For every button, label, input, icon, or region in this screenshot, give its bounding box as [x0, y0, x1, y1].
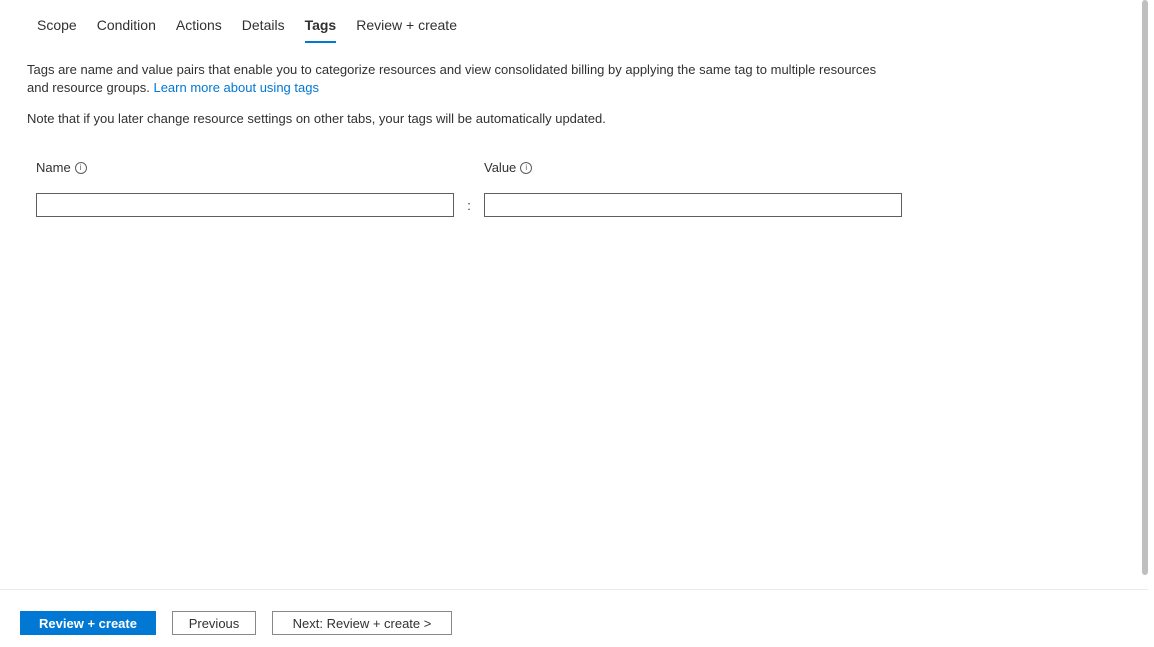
- tags-form: Name i Value i :: [0, 126, 1148, 217]
- tab-scope[interactable]: Scope: [27, 13, 87, 43]
- review-create-button[interactable]: Review + create: [20, 611, 156, 635]
- previous-button[interactable]: Previous: [172, 611, 256, 635]
- name-label: Name: [36, 160, 71, 175]
- colon-separator: :: [454, 198, 484, 213]
- name-column-header: Name i: [36, 160, 484, 175]
- tab-actions[interactable]: Actions: [166, 13, 232, 43]
- tab-bar: Scope Condition Actions Details Tags Rev…: [0, 0, 1148, 43]
- scrollbar[interactable]: [1142, 0, 1148, 575]
- tab-review-create[interactable]: Review + create: [346, 13, 467, 43]
- tab-condition[interactable]: Condition: [87, 13, 166, 43]
- value-column-header: Value i: [484, 160, 532, 175]
- tab-details[interactable]: Details: [232, 13, 295, 43]
- tags-description: Tags are name and value pairs that enabl…: [0, 43, 900, 97]
- tag-input-row: :: [36, 193, 1148, 217]
- learn-more-link[interactable]: Learn more about using tags: [153, 80, 319, 95]
- tab-tags[interactable]: Tags: [295, 13, 347, 43]
- value-label: Value: [484, 160, 516, 175]
- next-review-create-button[interactable]: Next: Review + create >: [272, 611, 452, 635]
- info-icon[interactable]: i: [520, 162, 532, 174]
- footer-divider: [0, 589, 1148, 590]
- tags-note: Note that if you later change resource s…: [0, 97, 1148, 126]
- info-icon[interactable]: i: [75, 162, 87, 174]
- footer-actions: Review + create Previous Next: Review + …: [0, 599, 1148, 647]
- tag-value-input[interactable]: [484, 193, 902, 217]
- tag-name-input[interactable]: [36, 193, 454, 217]
